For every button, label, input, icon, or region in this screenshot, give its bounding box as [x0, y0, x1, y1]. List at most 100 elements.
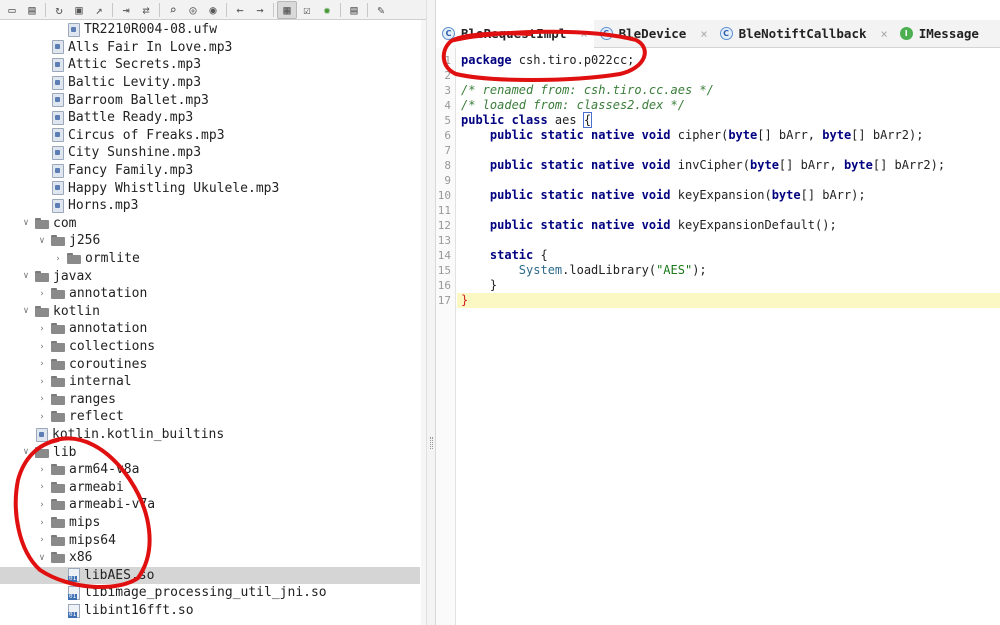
tree-folder-mips64[interactable]: › mips64: [0, 531, 420, 549]
code-line[interactable]: System.loadLibrary("AES");: [461, 263, 707, 278]
tree-folder-armeabi-v7a[interactable]: › armeabi-v7a: [0, 496, 420, 514]
chevron-right-icon[interactable]: ›: [36, 464, 48, 476]
tree-folder-x86[interactable]: ∨ x86: [0, 549, 420, 567]
tree-file-libaes-so[interactable]: libAES.so: [0, 566, 420, 585]
chevron-right-icon[interactable]: ›: [36, 393, 48, 405]
tree-file-kotlin-kotlin-builtins[interactable]: kotlin.kotlin_builtins: [0, 426, 420, 444]
chevron-right-icon[interactable]: ›: [52, 253, 64, 265]
tree-folder-kotlin[interactable]: ∨ kotlin: [0, 303, 420, 321]
tree-file-baltic-levity-mp3[interactable]: Baltic Levity.mp3: [0, 74, 420, 92]
chevron-down-icon[interactable]: ∨: [36, 552, 48, 564]
close-icon[interactable]: ×: [881, 27, 888, 41]
line-number-gutter: 1 2 3 4 5 6 7 8 9 10 11 12 13 14 15 16 17: [436, 48, 456, 625]
tree-folder-annotation[interactable]: › annotation: [0, 320, 420, 338]
code-line[interactable]: public class aes {: [461, 112, 593, 128]
tree-folder-reflect[interactable]: › reflect: [0, 408, 420, 426]
code-line[interactable]: public static native void keyExpansionDe…: [461, 218, 837, 233]
code-editor[interactable]: 1 2 3 4 5 6 7 8 9 10 11 12 13 14 15 16 17 package csh.ti…: [436, 48, 1000, 625]
tree-file-city-sunshine-mp3[interactable]: City Sunshine.mp3: [0, 144, 420, 162]
tree-file-happy-whistling-ukulele-mp3[interactable]: Happy Whistling Ukulele.mp3: [0, 179, 420, 197]
chevron-down-icon[interactable]: ∨: [20, 305, 32, 317]
decompile-icon[interactable]: ☑: [297, 1, 317, 19]
tree-folder-ormlite[interactable]: › ormlite: [0, 250, 420, 268]
chevron-down-icon[interactable]: ∨: [20, 217, 32, 229]
code-line[interactable]: /* loaded from: classes2.dex */: [461, 98, 685, 113]
tab-blenotiftcallback[interactable]: C BleNotiftCallback ×: [714, 20, 894, 48]
tree-file-battle-ready-mp3[interactable]: Battle Ready.mp3: [0, 109, 420, 127]
tree-folder-annotation[interactable]: › annotation: [0, 285, 420, 303]
panel-splitter[interactable]: [426, 0, 436, 625]
tree-file-alls-fair-in-love-mp3[interactable]: Alls Fair In Love.mp3: [0, 39, 420, 57]
chevron-right-icon[interactable]: ›: [36, 341, 48, 353]
tree-folder-internal[interactable]: › internal: [0, 373, 420, 391]
save-icon[interactable]: ▣: [69, 1, 89, 19]
find-usage-icon[interactable]: ◉: [203, 1, 223, 19]
expand-icon[interactable]: ⇥: [116, 1, 136, 19]
back-icon[interactable]: ←: [230, 1, 250, 19]
export-icon[interactable]: ↗: [89, 1, 109, 19]
code-line[interactable]: static {: [461, 248, 548, 263]
flatten-icon[interactable]: ▦: [277, 0, 297, 19]
tree-folder-arm64-v8a[interactable]: › arm64-v8a: [0, 461, 420, 479]
tree-file-tr2210r004-08-ufw[interactable]: TR2210R004-08.ufw: [0, 21, 420, 39]
tree-folder-lib[interactable]: ∨ lib: [0, 443, 420, 461]
chevron-right-icon[interactable]: ›: [36, 411, 48, 423]
chevron-right-icon[interactable]: ›: [36, 517, 48, 529]
code-line[interactable]: public static native void keyExpansion(b…: [461, 188, 866, 203]
tree-folder-com[interactable]: ∨ com: [0, 215, 420, 233]
save-all-icon[interactable]: ▤: [22, 1, 42, 19]
folder-icon: [51, 411, 65, 423]
tree-item-label: reflect: [69, 409, 124, 425]
tree-file-libint16fft-so[interactable]: libint16fft.so: [0, 602, 420, 620]
code-line[interactable]: public static native void invCipher(byte…: [461, 158, 945, 173]
folder-open-icon[interactable]: ▭: [2, 1, 22, 19]
chevron-down-icon[interactable]: ∨: [36, 235, 48, 247]
tree-folder-javax[interactable]: ∨ javax: [0, 267, 420, 285]
line-number: 3: [444, 84, 451, 97]
line-number: 16: [437, 279, 451, 292]
chevron-right-icon[interactable]: ›: [36, 358, 48, 370]
splitter-grip-icon[interactable]: [430, 437, 433, 449]
file-icon: [68, 22, 80, 37]
tab-imessage[interactable]: I IMessage: [894, 20, 985, 48]
tab-bledevice[interactable]: C BleDevice ×: [594, 20, 714, 48]
refresh-icon[interactable]: ↻: [49, 1, 69, 19]
tree-folder-coroutines[interactable]: › coroutines: [0, 355, 420, 373]
code-line[interactable]: public static native void cipher(byte[] …: [461, 128, 924, 143]
chevron-down-icon[interactable]: ∨: [20, 270, 32, 282]
settings-icon[interactable]: ✎: [371, 1, 391, 19]
tree-file-horns-mp3[interactable]: Horns.mp3: [0, 197, 420, 215]
sync-icon[interactable]: ⇄: [136, 1, 156, 19]
chevron-right-icon[interactable]: ›: [36, 481, 48, 493]
tree-folder-mips[interactable]: › mips: [0, 514, 420, 532]
chevron-right-icon[interactable]: ›: [36, 288, 48, 300]
code-line[interactable]: }: [461, 293, 468, 308]
forward-icon[interactable]: →: [250, 1, 270, 19]
chevron-right-icon[interactable]: ›: [36, 534, 48, 546]
close-icon[interactable]: ×: [580, 27, 587, 41]
find-class-icon[interactable]: ◎: [183, 1, 203, 19]
debug-icon[interactable]: ✹: [317, 1, 337, 19]
chevron-right-icon[interactable]: ›: [36, 499, 48, 511]
tree-file-circus-of-freaks-mp3[interactable]: Circus of Freaks.mp3: [0, 127, 420, 145]
code-line[interactable]: /* renamed from: csh.tiro.cc.aes */: [461, 83, 714, 98]
tree-file-attic-secrets-mp3[interactable]: Attic Secrets.mp3: [0, 56, 420, 74]
code-line[interactable]: }: [461, 278, 497, 293]
code-line[interactable]: package csh.tiro.p022cc;: [461, 53, 634, 68]
tree-folder-armeabi[interactable]: › armeabi: [0, 479, 420, 497]
chevron-right-icon[interactable]: ›: [36, 376, 48, 388]
chevron-right-icon[interactable]: ›: [36, 323, 48, 335]
folder-icon: [51, 481, 65, 493]
tree-folder-ranges[interactable]: › ranges: [0, 391, 420, 409]
close-icon[interactable]: ×: [700, 27, 707, 41]
log-icon[interactable]: ▤: [344, 1, 364, 19]
tree-folder-j256[interactable]: ∨ j256: [0, 232, 420, 250]
tree-file-libimage-processing-util-jni-so[interactable]: libimage_processing_util_jni.so: [0, 584, 420, 602]
tab-blerequestimpl[interactable]: C BleRequestImpl ×: [436, 19, 594, 48]
tree-file-fancy-family-mp3[interactable]: Fancy Family.mp3: [0, 162, 420, 180]
tree-folder-collections[interactable]: › collections: [0, 338, 420, 356]
tree-item-label: TR2210R004-08.ufw: [84, 22, 218, 38]
chevron-down-icon[interactable]: ∨: [20, 446, 32, 458]
search-icon[interactable]: ⌕: [163, 1, 183, 19]
tree-file-barroom-ballet-mp3[interactable]: Barroom Ballet.mp3: [0, 91, 420, 109]
